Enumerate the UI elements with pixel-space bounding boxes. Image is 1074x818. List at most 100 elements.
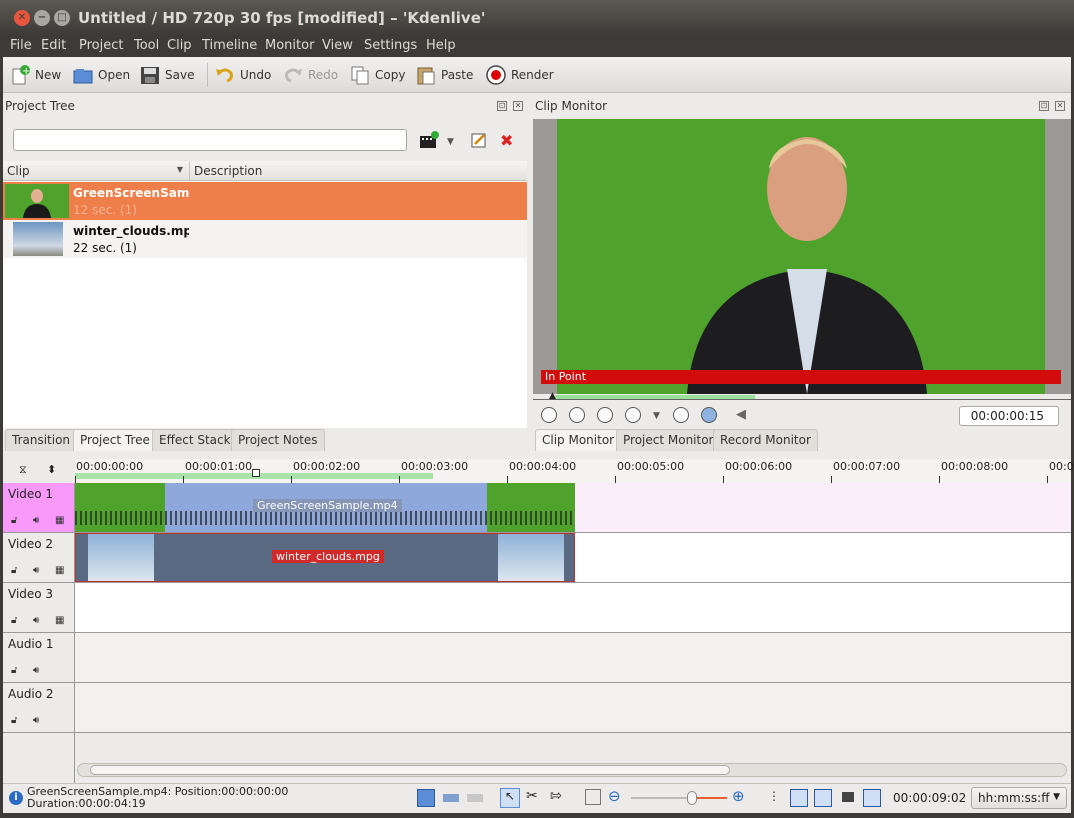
menu-project[interactable]: Project — [79, 38, 123, 53]
spacer-tool-icon[interactable]: ⇰ — [550, 788, 562, 804]
clip-label: GreenScreenSample.mp4 — [253, 499, 402, 512]
set-zone-start-icon[interactable] — [541, 407, 557, 423]
menu-clip[interactable]: Clip — [167, 38, 192, 53]
timeline-clip[interactable]: GreenScreenSample.mp4 — [75, 483, 575, 532]
track-video-3[interactable]: Video 3 🔓︎ 🔊︎ ▦ — [3, 583, 1071, 633]
monitor-timecode[interactable]: 00:00:00:15 — [959, 406, 1059, 426]
collapse-tracks-icon[interactable]: ⧖ — [19, 463, 27, 477]
close-panel-icon[interactable]: ✕ — [1055, 101, 1065, 111]
show-thumbnails-icon[interactable] — [790, 789, 808, 807]
menu-tool[interactable]: Tool — [134, 38, 159, 53]
zoom-slider-handle[interactable] — [687, 791, 697, 805]
snap-icon[interactable]: ⋮ — [768, 789, 780, 803]
tab-project-tree[interactable]: Project Tree — [73, 429, 157, 451]
add-clip-icon[interactable] — [419, 131, 439, 149]
delete-clip-icon[interactable]: ✖ — [500, 131, 513, 150]
list-item[interactable]: winter_clouds.mpg 22 sec. (1) — [3, 220, 527, 258]
set-zone-end-icon[interactable] — [569, 407, 585, 423]
close-window-button[interactable]: ✕ — [14, 10, 30, 26]
zoom-slider[interactable] — [631, 791, 727, 805]
new-button[interactable]: + New — [10, 64, 61, 86]
track-height-icon[interactable] — [417, 789, 435, 807]
ruler-label: 00:00:02:00 — [293, 460, 361, 473]
edit-clip-icon[interactable] — [471, 132, 487, 148]
tab-record-monitor[interactable]: Record Monitor — [713, 429, 818, 451]
track-video-1[interactable]: Video 1 🔓︎ 🔊︎ ▦ GreenScreenSample.mp4 — [3, 483, 1071, 533]
menu-help[interactable]: Help — [426, 38, 456, 53]
track-audio-2[interactable]: Audio 2 🔓︎ 🔊︎ — [3, 683, 1071, 733]
hide-video-icon[interactable]: ▦ — [55, 515, 64, 526]
lock-icon[interactable]: 🔓︎ — [11, 515, 17, 526]
show-markers-icon[interactable] — [842, 792, 854, 802]
play-icon[interactable] — [625, 407, 641, 423]
zoom-in-icon[interactable]: ⊕ — [732, 787, 745, 805]
tab-effect-stack[interactable]: Effect Stack — [152, 429, 238, 451]
close-panel-icon[interactable]: ✕ — [513, 101, 523, 111]
mute-audio-icon[interactable]: 🔊︎ — [33, 665, 39, 676]
lock-icon[interactable]: 🔓︎ — [11, 615, 17, 626]
track-audio-1[interactable]: Audio 1 🔓︎ 🔊︎ — [3, 633, 1071, 683]
menu-edit[interactable]: Edit — [41, 38, 66, 53]
ripple-icon[interactable] — [863, 789, 881, 807]
project-search-input[interactable] — [13, 129, 407, 151]
menu-timeline[interactable]: Timeline — [202, 38, 257, 53]
float-panel-icon[interactable]: ⊡ — [497, 101, 507, 111]
tab-clip-monitor[interactable]: Clip Monitor — [535, 429, 622, 451]
ruler-label: 00:00:07:00 — [833, 460, 901, 473]
render-button[interactable]: Render — [486, 64, 554, 86]
timecode-format-select[interactable]: hh:mm:ss:ff ▼ — [971, 787, 1067, 809]
play-dropdown-icon[interactable]: ▼ — [653, 411, 660, 421]
show-waveform-icon[interactable] — [814, 789, 832, 807]
rewind-icon[interactable] — [597, 407, 613, 423]
column-header-description[interactable]: Description — [189, 161, 527, 181]
float-panel-icon[interactable]: ⊡ — [1039, 101, 1049, 111]
lock-icon[interactable]: 🔓︎ — [11, 565, 17, 576]
mute-audio-icon[interactable]: 🔊︎ — [33, 565, 39, 576]
paste-button[interactable]: Paste — [416, 64, 473, 86]
hide-video-icon[interactable]: ▦ — [55, 565, 64, 576]
save-button[interactable]: Save — [140, 64, 194, 86]
column-header-clip[interactable]: Clip ▼ — [3, 161, 189, 181]
menu-settings[interactable]: Settings — [364, 38, 417, 53]
zoom-out-icon[interactable]: ⊖ — [608, 787, 621, 805]
chevron-down-icon: ▼ — [1053, 792, 1060, 802]
mute-audio-icon[interactable]: 🔊︎ — [33, 715, 39, 726]
lock-icon[interactable]: 🔓︎ — [11, 715, 17, 726]
hide-video-icon[interactable]: ▦ — [55, 615, 64, 626]
list-item[interactable]: GreenScreenSample.mp4 12 sec. (1) — [3, 182, 527, 220]
timeline-scrollbar[interactable] — [77, 763, 1067, 777]
maximize-window-button[interactable]: □ — [54, 10, 70, 26]
mute-audio-icon[interactable]: 🔊︎ — [33, 615, 39, 626]
razor-tool-icon[interactable]: ✂ — [526, 788, 538, 804]
menu-file[interactable]: File — [10, 38, 32, 53]
menu-view[interactable]: View — [322, 38, 353, 53]
tab-project-monitor[interactable]: Project Monitor — [616, 429, 721, 451]
audio-thumbs-icon[interactable] — [467, 794, 483, 802]
open-button[interactable]: Open — [73, 64, 130, 86]
lock-icon[interactable]: 🔓︎ — [11, 665, 17, 676]
undo-button[interactable]: Undo — [215, 64, 271, 86]
zone-handle[interactable] — [252, 469, 260, 477]
timeline-clip[interactable]: winter_clouds.mpg — [75, 533, 575, 582]
scrollbar-handle[interactable] — [90, 765, 730, 775]
mute-audio-icon[interactable]: 🔊︎ — [33, 515, 39, 526]
fit-zoom-icon[interactable] — [585, 789, 601, 805]
forward-icon[interactable] — [673, 407, 689, 423]
tab-project-notes[interactable]: Project Notes — [231, 429, 325, 451]
settings-icon[interactable] — [701, 407, 717, 423]
redo-button[interactable]: Redo — [283, 64, 338, 86]
copy-button[interactable]: Copy — [350, 64, 405, 86]
playhead-marker-icon[interactable]: ▲ — [549, 391, 556, 401]
video-preview[interactable] — [557, 119, 1045, 394]
paste-clipboard-icon — [416, 65, 436, 85]
volume-icon[interactable]: ◀ — [736, 407, 746, 422]
track-video-2[interactable]: Video 2 🔓︎ 🔊︎ ▦ winter_clouds.mpg — [3, 533, 1071, 583]
split-audio-icon[interactable] — [443, 794, 459, 802]
menu-monitor[interactable]: Monitor — [265, 38, 314, 53]
minimize-window-button[interactable]: − — [34, 10, 50, 26]
selection-tool-icon[interactable]: ↖ — [500, 788, 520, 808]
tab-transition[interactable]: Transition — [5, 429, 78, 451]
expand-tracks-icon[interactable]: ⬍ — [47, 463, 56, 476]
timeline-ruler[interactable]: 00:00:00:00 00:00:01:00 00:00:02:00 00:0… — [75, 459, 1074, 483]
add-clip-dropdown-icon[interactable]: ▼ — [447, 137, 454, 147]
